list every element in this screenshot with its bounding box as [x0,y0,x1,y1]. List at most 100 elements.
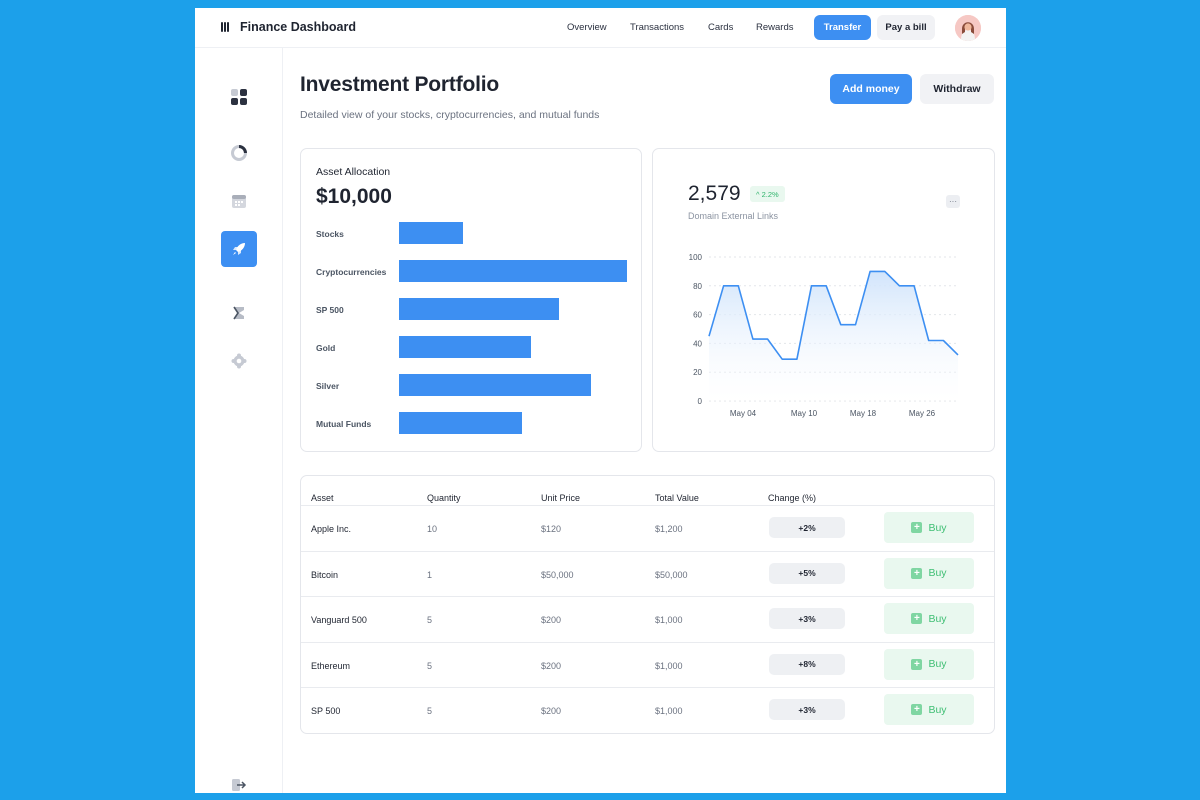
cell-quantity: 5 [427,706,433,717]
plus-icon: + [911,522,923,533]
bar-label: Stocks [316,229,344,239]
page-subtitle: Detailed view of your stocks, cryptocurr… [300,109,600,121]
pay-bill-button[interactable]: Pay a bill [877,15,935,40]
cell-total-value: $1,000 [655,660,683,671]
nav-overview[interactable]: Overview [567,22,607,33]
settings-icon[interactable] [221,343,257,379]
bar-label: Silver [316,381,340,391]
bar [399,260,627,282]
buy-button[interactable]: + Buy [884,648,974,680]
nav-transactions[interactable]: Transactions [630,22,684,33]
app-title: Finance Dashboard [240,20,356,34]
external-links-card: 2,579 ^ 2.2% Domain External Links ··· 0… [652,148,995,452]
header-asset: Asset [311,493,334,503]
cell-quantity: 10 [427,524,438,534]
cell-unit-price: $120 [541,524,562,534]
plus-icon: + [911,613,923,625]
withdraw-button[interactable]: Withdraw [920,74,994,104]
buy-label: Buy [928,612,947,625]
cell-asset: Vanguard 500 [311,615,367,626]
x-tick-label: May 10 [791,409,818,418]
dashboard-icon[interactable] [221,79,257,115]
bar-label: Mutual Funds [316,419,372,429]
plus-icon: + [911,567,923,579]
buy-button[interactable]: + Buy [884,557,974,589]
x-tick-label: May 04 [730,409,757,418]
table-row: Ethereum 5 $200 $1,000 +8% + Buy [301,641,994,688]
sigma-icon[interactable] [221,295,257,331]
bar [399,374,591,396]
buy-label: Buy [928,521,947,534]
allocation-title: Asset Allocation [316,166,391,178]
buy-button[interactable]: + Buy [884,603,974,635]
change-badge: +3% [769,608,845,630]
buy-button[interactable]: + Buy [884,694,974,726]
bar [399,298,559,320]
change-badge: +2% [769,517,845,538]
bar-label: Cryptocurrencies [316,267,387,277]
top-navbar: Finance Dashboard Overview Transactions … [195,8,1006,48]
cell-total-value: $1,000 [655,615,683,626]
header-unit-price: Unit Price [541,493,581,503]
buy-button[interactable]: + Buy [884,512,974,543]
y-tick-label: 40 [693,339,702,348]
header-quantity: Quantity [427,493,461,503]
cell-total-value: $50,000 [655,569,688,580]
asset-allocation-card: Asset Allocation $10,000 Stocks Cryptocur… [300,148,642,452]
transfer-button[interactable]: Transfer [814,15,871,40]
logout-icon[interactable] [221,767,257,793]
cell-asset: Ethereum [311,660,351,671]
bar-label: Gold [316,343,336,353]
nav-cards[interactable]: Cards [708,22,733,33]
change-badge: +3% [769,699,845,721]
header-change: Change (%) [768,493,817,503]
series-area [709,271,958,401]
table-row: Vanguard 500 5 $200 $1,000 +3% + Buy [301,596,994,642]
header-total-value: Total Value [655,493,699,503]
change-badge: +5% [769,562,845,584]
bar [399,222,463,244]
cell-total-value: $1,000 [655,706,683,717]
cell-quantity: 5 [427,660,433,671]
avatar[interactable] [955,15,981,41]
links-line-chart: 0 20 40 60 80 100 May 04 May 10 May 18 May 26 [689,253,959,418]
cell-quantity: 5 [427,615,433,626]
y-tick-label: 60 [693,311,702,320]
page-title: Investment Portfolio [300,73,500,96]
pie-chart-icon[interactable] [221,135,257,171]
cell-unit-price: $200 [541,660,562,671]
change-badge: +8% [769,653,845,675]
cell-unit-price: $50,000 [541,569,574,580]
cell-asset: Bitcoin [311,569,339,580]
sidebar [195,48,283,793]
rocket-icon[interactable] [221,231,257,267]
plus-icon: + [911,704,923,716]
table-row: Apple Inc. 10 $120 $1,200 +2% + Buy [301,505,994,551]
calendar-icon[interactable] [221,183,257,219]
bar [399,412,523,434]
x-tick-label: May 26 [909,409,936,418]
buy-label: Buy [928,703,947,716]
y-tick-label: 100 [689,253,703,262]
buy-label: Buy [928,658,947,671]
bar-label: SP 500 [316,305,344,315]
app-window: Finance Dashboard Overview Transactions … [195,8,1006,793]
buy-label: Buy [928,567,947,580]
y-tick-label: 0 [698,397,703,406]
nav-rewards[interactable]: Rewards [756,22,794,33]
bar [399,336,532,358]
cell-quantity: 1 [427,569,433,580]
cell-asset: Apple Inc. [311,524,352,534]
table-row: SP 500 5 $200 $1,000 +3% + Buy [301,687,994,733]
cell-total-value: $1,200 [655,524,683,534]
y-tick-label: 20 [693,368,702,377]
x-tick-label: May 18 [850,409,877,418]
cell-asset: SP 500 [311,706,341,717]
cell-unit-price: $200 [541,706,562,717]
y-tick-label: 80 [693,282,702,291]
logo-icon [221,22,230,32]
plus-icon: + [911,658,923,670]
add-money-button[interactable]: Add money [830,74,912,104]
allocation-total: $10,000 [316,185,392,208]
cell-unit-price: $200 [541,615,562,626]
